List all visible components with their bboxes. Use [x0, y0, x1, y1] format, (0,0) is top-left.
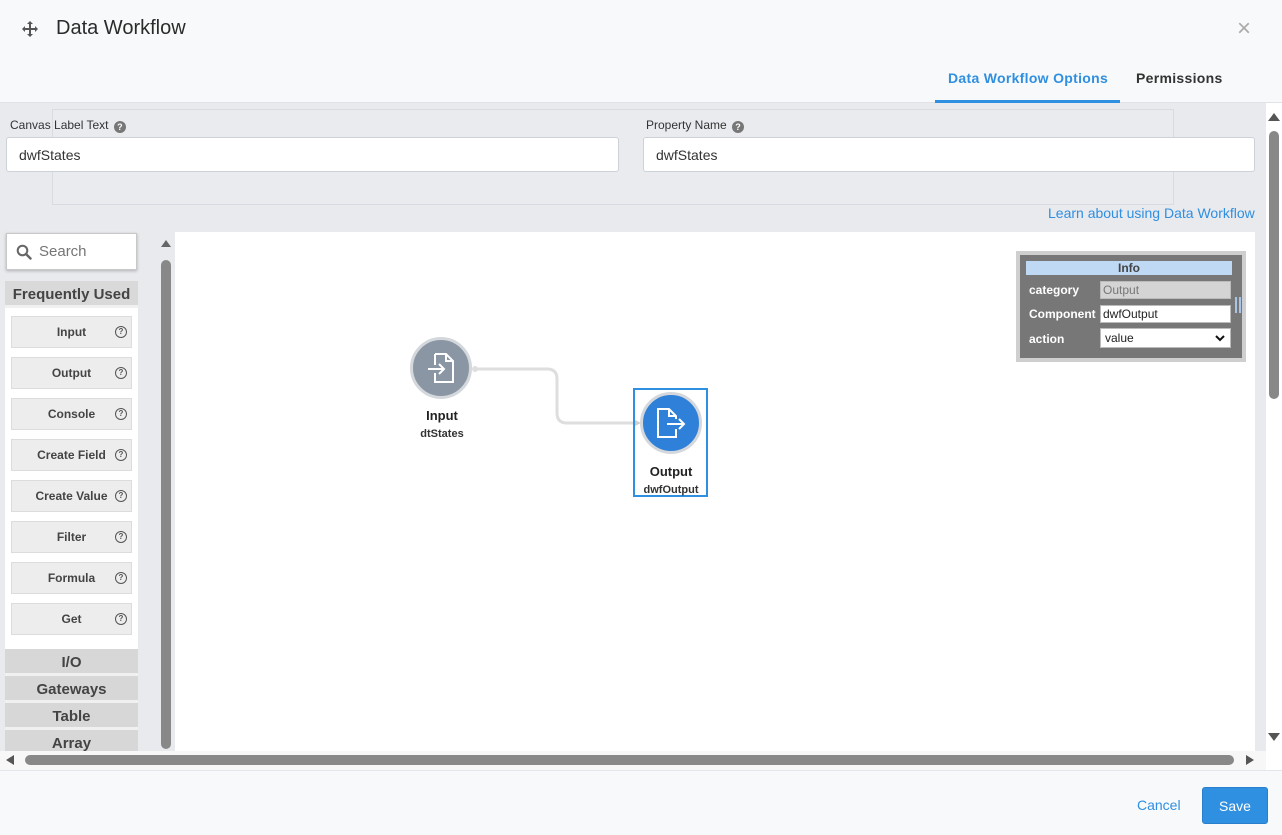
info-label-action: action [1029, 332, 1065, 346]
input-node-subtitle: dtStates [420, 428, 464, 440]
close-icon[interactable]: × [1233, 17, 1255, 41]
palette-item-formula[interactable]: Formula? [11, 562, 132, 594]
workflow-canvas[interactable]: Input dtStates Output dwfOutput Info cat… [175, 232, 1255, 751]
tab-data-workflow-options[interactable]: Data Workflow Options [948, 70, 1108, 86]
palette-item-input[interactable]: Input? [11, 316, 132, 348]
file-import-icon [428, 353, 454, 383]
info-action-select[interactable]: value [1100, 328, 1231, 348]
palette-items: Input? Output? Console? Create Field? Cr… [5, 308, 138, 649]
canvas-label-text-label: Canvas Label Text ? [10, 118, 126, 133]
help-icon[interactable]: ? [732, 121, 745, 133]
page-vertical-scrollbar[interactable] [1266, 103, 1282, 770]
help-icon[interactable]: ? [115, 490, 127, 502]
canvas-horizontal-scrollbar[interactable] [0, 751, 1266, 770]
palette-item-create-field[interactable]: Create Field? [11, 439, 132, 471]
help-icon[interactable]: ? [115, 449, 127, 461]
help-icon[interactable]: ? [115, 531, 127, 543]
input-node[interactable]: Input dtStates [397, 337, 487, 440]
palette-item-filter[interactable]: Filter? [11, 521, 132, 553]
palette-item-console[interactable]: Console? [11, 398, 132, 430]
chevron-down-icon [1215, 335, 1225, 342]
output-node-circle[interactable] [640, 392, 702, 454]
palette-group-table[interactable]: Table [5, 703, 138, 730]
info-component-field[interactable] [1100, 305, 1231, 323]
search-icon [16, 244, 32, 260]
help-icon[interactable]: ? [115, 326, 127, 338]
palette-group-array[interactable]: Array [5, 730, 138, 751]
scroll-thumb[interactable] [161, 260, 171, 749]
palette-item-create-value[interactable]: Create Value? [11, 480, 132, 512]
scroll-up-arrow-icon[interactable] [161, 240, 171, 247]
output-node[interactable]: Output dwfOutput [626, 392, 716, 496]
input-node-title: Input [426, 408, 458, 423]
help-icon[interactable]: ? [115, 572, 127, 584]
tab-permissions[interactable]: Permissions [1136, 70, 1223, 86]
palette-item-output[interactable]: Output? [11, 357, 132, 389]
info-category-field [1100, 281, 1231, 299]
palette-group-frequently-used[interactable]: Frequently Used [5, 281, 138, 308]
output-node-subtitle: dwfOutput [643, 484, 699, 496]
dialog-title: Data Workflow [56, 17, 186, 39]
scroll-thumb[interactable] [1269, 131, 1279, 399]
property-name-input[interactable] [643, 137, 1255, 172]
info-label-component: Component [1029, 307, 1096, 321]
info-panel: Info category Component action value [1016, 251, 1246, 362]
component-palette: Frequently Used Input? Output? Console? … [5, 281, 138, 751]
file-export-icon [657, 408, 686, 438]
cancel-button[interactable]: Cancel [1137, 797, 1181, 813]
property-name-label: Property Name ? [646, 118, 745, 133]
info-action-value: value [1105, 331, 1134, 345]
palette-search-input[interactable] [37, 234, 135, 269]
help-icon[interactable]: ? [115, 367, 127, 379]
output-node-title: Output [649, 464, 693, 479]
scroll-thumb[interactable] [25, 755, 1234, 765]
info-label-category: category [1029, 283, 1080, 297]
dialog-footer: Cancel Save [0, 770, 1282, 835]
scroll-left-arrow-icon[interactable] [6, 755, 14, 765]
resize-grip-icon[interactable] [1235, 297, 1241, 313]
palette-scrollbar[interactable] [157, 232, 174, 751]
learn-data-workflow-link[interactable]: Learn about using Data Workflow [1048, 205, 1255, 221]
info-panel-title: Info [1026, 261, 1232, 275]
palette-group-io[interactable]: I/O [5, 649, 138, 676]
palette-group-gateways[interactable]: Gateways [5, 676, 138, 703]
help-icon[interactable]: ? [115, 613, 127, 625]
scroll-up-arrow-icon[interactable] [1268, 113, 1280, 121]
palette-search [6, 233, 137, 270]
input-node-circle[interactable] [410, 337, 472, 399]
scroll-down-arrow-icon[interactable] [1268, 733, 1280, 741]
palette-item-get[interactable]: Get? [11, 603, 132, 635]
scroll-right-arrow-icon[interactable] [1246, 755, 1254, 765]
help-icon[interactable]: ? [113, 121, 126, 133]
save-button[interactable]: Save [1202, 787, 1268, 824]
move-icon[interactable] [20, 19, 40, 39]
canvas-label-text-input[interactable] [6, 137, 619, 172]
help-icon[interactable]: ? [115, 408, 127, 420]
dialog-header: Data Workflow × Data Workflow Options Pe… [0, 0, 1282, 103]
